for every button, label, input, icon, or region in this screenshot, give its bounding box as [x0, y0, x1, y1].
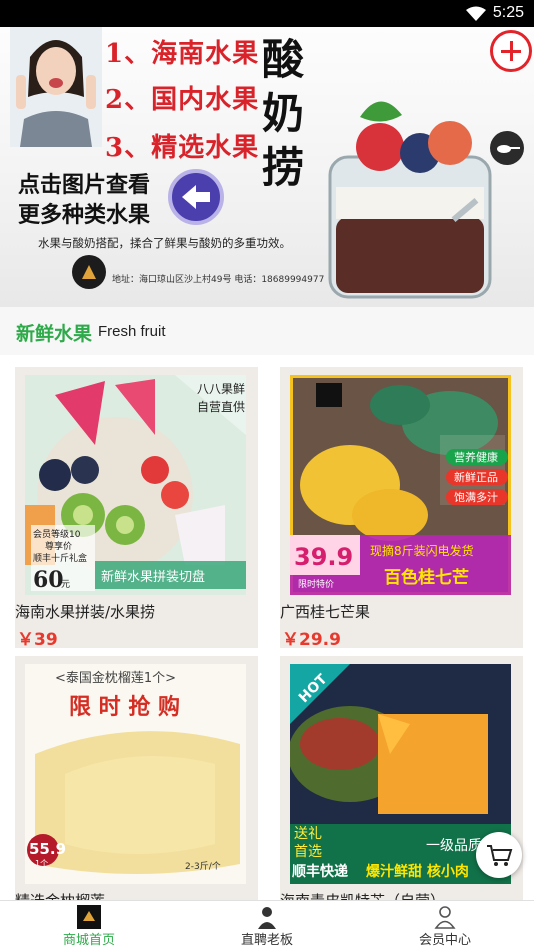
product-name: 海南水果拼装/水果捞	[15, 603, 156, 621]
image-banner-text: 新鲜水果拼装切盘	[101, 569, 205, 585]
user-icon	[434, 906, 456, 929]
product-tag-1: 八八果鲜	[197, 382, 245, 396]
section-title-cn: 新鲜水果	[16, 323, 93, 345]
product-name: 广西桂七芒果	[280, 603, 371, 621]
person-avatar-icon	[258, 907, 276, 929]
promo-big-price: 55.9	[29, 840, 66, 858]
product-card[interactable]: <泰国金枕榴莲1个> 限 时 抢 购 55.9 1个 2-3斤/个 精选金枕榴莲	[15, 656, 258, 910]
image-top-text: <泰国金枕榴莲1个>	[55, 670, 176, 686]
banner-line-1: 1、海南水果	[105, 39, 260, 69]
bottom-tabbar: 商城首页 直聘老板 会员中心	[0, 900, 534, 949]
section-header: 新鲜水果 Fresh fruit	[0, 307, 534, 355]
image-slogan: 爆汁鲜甜 核小肉	[366, 863, 469, 880]
arrow-left-icon[interactable]	[168, 169, 224, 225]
banner-line-3: 3、精选水果	[105, 133, 260, 163]
status-bar: 5:25	[0, 0, 534, 27]
yogurt-jar-image	[328, 101, 492, 299]
banner-address: 地址：海口琼山区沙上村49号 电话：18689994977	[112, 275, 325, 285]
image-banner-text: 百色桂七芒	[384, 567, 469, 588]
banner-description: 水果与酸奶搭配，揉合了鲜果与酸奶的多重功效。	[38, 236, 291, 250]
image-grade: 一级品质	[426, 838, 482, 854]
brand-logo	[72, 255, 106, 289]
product-tag-3: 饱满多汁	[454, 490, 498, 504]
image-ship: 顺丰快递	[292, 863, 348, 880]
wifi-icon	[466, 6, 486, 21]
banner-vertical-title: 酸奶捞	[262, 35, 305, 192]
weight-label: 2-3斤/个	[185, 861, 221, 872]
tab-label: 商城首页	[62, 933, 115, 948]
image-first: 首选	[294, 844, 322, 860]
promo-unit: 元	[61, 580, 70, 590]
image-gift: 送礼	[294, 826, 322, 842]
image-headline: 限 时 抢 购	[69, 694, 180, 720]
promo-big-price: 39.9	[294, 543, 353, 571]
promo-line-3: 顺丰十斤礼盒	[33, 552, 87, 564]
product-price: ￥39	[17, 630, 58, 650]
banner-line-2: 2、国内水果	[105, 85, 260, 115]
model-photo	[10, 27, 102, 147]
cart-button[interactable]	[476, 832, 522, 878]
product-image: <泰国金枕榴莲1个> 限 时 抢 购 55.9 1个 2-3斤/个	[25, 664, 246, 884]
tab-member[interactable]: 会员中心	[356, 901, 534, 950]
product-tag-2: 自营直供	[197, 400, 245, 414]
status-time: 5:25	[492, 4, 524, 21]
promo-big-price: 60	[33, 567, 64, 593]
product-card[interactable]: 八八果鲜 自营直供 会员等级10 尊享价 顺丰十斤礼盒 60 元 新鲜水果拼装切…	[15, 367, 258, 650]
tab-label: 直聘老板	[240, 933, 293, 948]
promo-unit: 1个	[35, 859, 48, 868]
tab-boss[interactable]: 直聘老板	[178, 901, 356, 950]
spoon-icon[interactable]	[490, 131, 524, 165]
product-card[interactable]: 营养健康 新鲜正品 饱满多汁 39.9 限时特价 现摘8斤装闪电发货 百色桂七芒…	[280, 367, 523, 650]
cart-icon	[487, 845, 513, 866]
product-price: ￥29.9	[282, 630, 341, 650]
banner-cta-1: 点击图片查看	[18, 172, 151, 198]
product-image: 营养健康 新鲜正品 饱满多汁 39.9 限时特价 现摘8斤装闪电发货 百色桂七芒	[290, 375, 511, 595]
store-logo-icon	[77, 905, 101, 929]
promo-limit: 限时特价	[298, 578, 334, 590]
section-title-en: Fresh fruit	[98, 323, 166, 340]
promo-ship: 现摘8斤装闪电发货	[370, 543, 474, 558]
promo-banner[interactable]: 1、海南水果 2、国内水果 3、精选水果 酸奶捞 点击图片查看 更多种类水果 水…	[0, 27, 534, 307]
banner-cta-2: 更多种类水果	[18, 202, 151, 228]
product-tag-1: 营养健康	[454, 450, 498, 464]
product-image: 八八果鲜 自营直供 会员等级10 尊享价 顺丰十斤礼盒 60 元 新鲜水果拼装切…	[25, 375, 246, 595]
promo-line-2: 尊享价	[45, 540, 72, 552]
tab-home[interactable]: 商城首页	[0, 901, 178, 950]
promo-line-1: 会员等级10	[33, 528, 81, 540]
add-button[interactable]	[490, 30, 532, 72]
product-tag-2: 新鲜正品	[454, 470, 498, 484]
tab-label: 会员中心	[418, 933, 471, 948]
